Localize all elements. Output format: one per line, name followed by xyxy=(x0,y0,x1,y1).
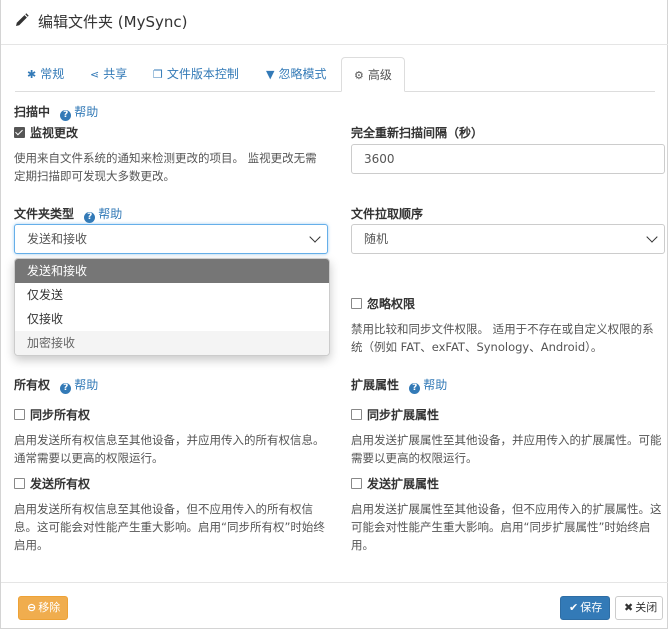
tab-ignore-patterns[interactable]: ▼ 忽略模式 xyxy=(266,57,326,91)
remove-button[interactable]: ⊖ 移除 xyxy=(18,596,68,620)
close-button[interactable]: ✖ 关闭 xyxy=(615,596,663,620)
chevron-down-icon xyxy=(309,231,321,243)
save-label: 保存 xyxy=(580,601,603,614)
question-icon: ? xyxy=(409,383,421,394)
pencil-icon xyxy=(16,13,29,26)
checkbox-unchecked xyxy=(351,409,362,420)
folder-type-option[interactable]: 发送和接收 xyxy=(15,259,329,283)
folder-type-help-link[interactable]: ? 帮助 xyxy=(84,207,123,223)
xattrs-help-link[interactable]: ? 帮助 xyxy=(409,378,448,394)
ownership-help-link[interactable]: ? 帮助 xyxy=(60,378,99,394)
tab-label: 常规 xyxy=(40,67,65,81)
tab-advanced[interactable]: ⚙ 高级 xyxy=(341,57,405,92)
watch-changes-label: 监视更改 xyxy=(30,126,79,140)
rescan-interval-input[interactable]: 3600 xyxy=(351,144,665,174)
folder-type-dropdown: 发送和接收 仅发送 仅接收 加密接收 xyxy=(14,258,330,356)
help-label: 帮助 xyxy=(74,378,99,392)
rescan-interval-label: 完全重新扫描间隔（秒） xyxy=(351,126,484,140)
minus-circle-icon: ⊖ xyxy=(27,601,37,614)
pull-order-value: 随机 xyxy=(364,232,389,246)
question-icon: ? xyxy=(60,383,72,394)
close-label: 关闭 xyxy=(635,601,658,614)
help-label: 帮助 xyxy=(423,378,448,392)
checkbox-unchecked xyxy=(351,298,362,309)
tab-sharing[interactable]: ⋖ 共享 xyxy=(90,57,127,91)
footer-divider xyxy=(1,582,668,583)
ignore-permissions-desc: 禁用比较和同步文件权限。 适用于不存在或自定义权限的系统（例如 FAT、exFA… xyxy=(351,322,654,354)
tab-general[interactable]: ✱ 常规 xyxy=(27,57,64,91)
xattrs-heading: 扩展属性 ? 帮助 xyxy=(351,376,447,394)
help-label: 帮助 xyxy=(98,207,123,221)
chevron-down-icon xyxy=(646,231,658,243)
pull-order-label: 文件拉取顺序 xyxy=(351,207,424,221)
ignore-permissions-label: 忽略权限 xyxy=(367,297,416,311)
gear-icon: ✱ xyxy=(27,68,37,81)
sync-xattrs-label: 同步扩展属性 xyxy=(367,408,440,422)
remove-label: 移除 xyxy=(38,601,61,614)
send-xattrs-checkbox[interactable]: 发送扩展属性 xyxy=(351,475,439,492)
folder-type-heading: 文件夹类型 ? 帮助 xyxy=(14,205,122,223)
watch-changes-checkbox[interactable]: 监视更改 xyxy=(14,124,78,141)
tab-label: 忽略模式 xyxy=(278,67,327,81)
dialog-title: 编辑文件夹 (MySync) xyxy=(38,13,188,31)
ownership-title: 所有权 xyxy=(14,378,51,392)
folder-type-option-disabled: 加密接收 xyxy=(15,331,329,355)
folder-type-label: 文件夹类型 xyxy=(14,207,75,221)
watch-changes-desc: 使用来自文件系统的通知来检测更改的项目。 监视更改无需定期扫描即可发现大多数更改… xyxy=(14,151,317,183)
save-button[interactable]: ✔ 保存 xyxy=(560,596,610,620)
ownership-heading: 所有权 ? 帮助 xyxy=(14,376,98,394)
folder-type-option[interactable]: 仅接收 xyxy=(15,307,329,331)
scanning-help-link[interactable]: ? 帮助 xyxy=(60,105,99,121)
question-icon: ? xyxy=(84,212,96,223)
checkbox-unchecked xyxy=(14,409,25,420)
close-icon: ✖ xyxy=(624,601,634,614)
check-icon: ✔ xyxy=(569,601,579,614)
edit-folder-dialog: 编辑文件夹 (MySync) ✱ 常规 ⋖ 共享 ❐ 文件版本控制 ▼ 忽略模式 ⚙ 高级… xyxy=(0,0,668,629)
sync-ownership-checkbox[interactable]: 同步所有权 xyxy=(14,406,90,423)
sync-xattrs-checkbox[interactable]: 同步扩展属性 xyxy=(351,406,439,423)
sync-ownership-desc: 启用发送所有权信息至其他设备，并应用传入的所有权信息。通常需要以更高的权限运行。 xyxy=(14,433,325,465)
send-ownership-desc: 启用发送所有权信息至其他设备，但不应用传入的所有权信息。这可能会对性能产生重大影… xyxy=(14,502,325,552)
send-ownership-checkbox[interactable]: 发送所有权 xyxy=(14,475,90,492)
folder-type-value: 发送和接收 xyxy=(27,232,88,246)
share-icon: ⋖ xyxy=(90,68,100,81)
tab-label: 文件版本控制 xyxy=(166,67,239,81)
folder-type-select[interactable]: 发送和接收 xyxy=(14,224,328,254)
question-icon: ? xyxy=(60,110,72,121)
scanning-title: 扫描中 xyxy=(14,105,51,119)
filter-icon: ▼ xyxy=(266,68,275,81)
tab-file-versioning[interactable]: ❐ 文件版本控制 xyxy=(153,57,239,91)
ignore-permissions-checkbox[interactable]: 忽略权限 xyxy=(351,295,415,312)
gears-icon: ⚙ xyxy=(354,69,364,82)
send-xattrs-desc: 启用发送扩展属性至其他设备，但不应用传入的扩展属性。这可能会对性能产生重大影响。… xyxy=(351,502,662,552)
tab-bar: ✱ 常规 ⋖ 共享 ❐ 文件版本控制 ▼ 忽略模式 ⚙ 高级 xyxy=(15,57,655,92)
send-xattrs-label: 发送扩展属性 xyxy=(367,477,440,491)
folder-type-option[interactable]: 仅发送 xyxy=(15,283,329,307)
sync-xattrs-desc: 启用发送扩展属性至其他设备，并应用传入的扩展属性。可能需要以更高的权限运行。 xyxy=(351,433,662,465)
checkbox-checked xyxy=(14,127,25,138)
checkbox-unchecked xyxy=(351,478,362,489)
tab-label: 高级 xyxy=(367,68,392,82)
copy-icon: ❐ xyxy=(153,68,163,81)
send-ownership-label: 发送所有权 xyxy=(30,477,91,491)
dialog-header: 编辑文件夹 (MySync) xyxy=(1,0,668,45)
pull-order-select[interactable]: 随机 xyxy=(351,224,665,254)
sync-ownership-label: 同步所有权 xyxy=(30,408,91,422)
tab-label: 共享 xyxy=(103,67,128,81)
checkbox-unchecked xyxy=(14,478,25,489)
help-label: 帮助 xyxy=(74,105,99,119)
xattrs-title: 扩展属性 xyxy=(351,378,400,392)
scanning-heading: 扫描中 ? 帮助 xyxy=(14,103,98,121)
